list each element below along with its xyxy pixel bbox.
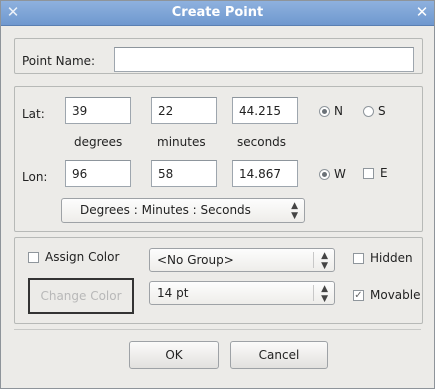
assign-color-label: Assign Color xyxy=(45,250,120,264)
close-icon[interactable]: ✕ xyxy=(413,3,431,21)
lon-seconds-input[interactable] xyxy=(232,160,298,187)
cancel-button-label: Cancel xyxy=(258,348,300,362)
coordinate-format-value: Degrees : Minutes : Seconds xyxy=(80,203,251,217)
size-select-value: 14 pt xyxy=(157,286,189,300)
cancel-button[interactable]: Cancel xyxy=(230,341,328,369)
size-select[interactable]: 14 pt ▲ ▼ xyxy=(149,281,335,305)
lat-seconds-input[interactable] xyxy=(232,97,298,124)
minutes-label: minutes xyxy=(157,135,206,149)
create-point-dialog: ✕ Create Point ✕ Point Name: Lat: N S de… xyxy=(0,0,435,389)
title-bar[interactable]: ✕ Create Point ✕ xyxy=(1,1,434,26)
change-color-label: Change Color xyxy=(40,289,122,303)
coordinate-format-select[interactable]: Degrees : Minutes : Seconds ▲ ▼ xyxy=(61,198,305,223)
change-color-button[interactable]: Change Color xyxy=(28,278,134,314)
lon-west-label: W xyxy=(334,167,346,181)
ok-button-label: OK xyxy=(165,348,183,362)
point-name-input[interactable] xyxy=(114,47,414,72)
checkmark-icon: ✓ xyxy=(353,290,364,301)
lat-label: Lat: xyxy=(22,107,45,121)
lat-degrees-input[interactable] xyxy=(65,97,131,124)
movable-label: Movable xyxy=(370,288,421,302)
button-row-divider xyxy=(14,329,421,330)
chevron-updown-icon: ▲ ▼ xyxy=(321,251,328,271)
checkbox-unchecked-icon xyxy=(363,168,374,179)
lon-label: Lon: xyxy=(22,170,48,184)
radio-unselected-icon xyxy=(363,106,374,117)
window-title: Create Point xyxy=(171,5,264,20)
group-select-value: <No Group> xyxy=(157,253,234,267)
radio-selected-icon xyxy=(319,106,330,117)
lon-minutes-input[interactable] xyxy=(151,160,217,187)
lon-degrees-input[interactable] xyxy=(65,160,131,187)
group-select[interactable]: <No Group> ▲ ▼ xyxy=(149,248,335,272)
lat-south-radio[interactable]: S xyxy=(363,103,423,119)
hidden-label: Hidden xyxy=(370,251,413,265)
point-name-label: Point Name: xyxy=(22,54,96,68)
ok-button[interactable]: OK xyxy=(129,341,219,369)
combo-separator xyxy=(313,285,314,301)
lat-south-label: S xyxy=(378,104,386,118)
lat-minutes-input[interactable] xyxy=(151,97,217,124)
checkbox-unchecked-icon xyxy=(353,253,364,264)
degrees-label: degrees xyxy=(74,135,123,149)
checkbox-unchecked-icon xyxy=(28,252,39,263)
radio-selected-icon xyxy=(319,169,330,180)
lat-north-label: N xyxy=(334,104,343,118)
seconds-label: seconds xyxy=(237,135,287,149)
chevron-updown-icon: ▲ ▼ xyxy=(291,201,298,221)
lon-east-label: E xyxy=(380,166,388,180)
combo-separator xyxy=(313,252,314,268)
chevron-updown-icon: ▲ ▼ xyxy=(321,284,328,304)
